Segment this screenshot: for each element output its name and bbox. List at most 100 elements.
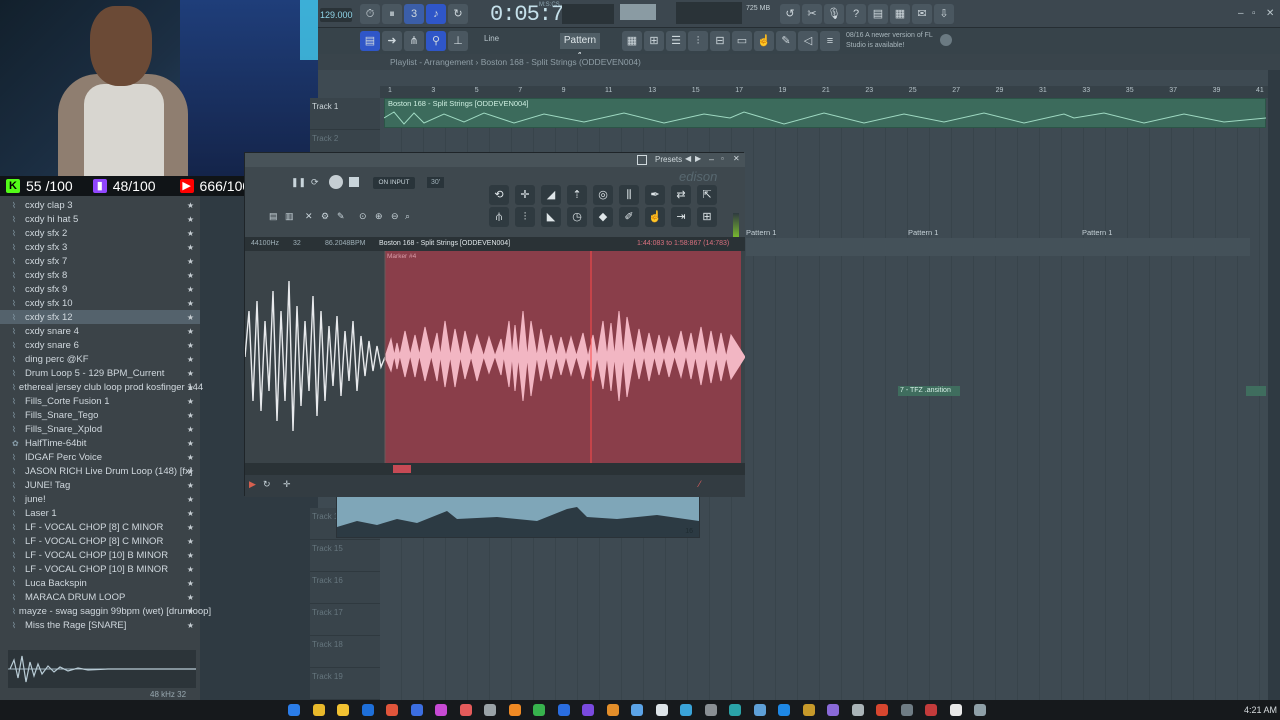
taskbar-app-icon[interactable] — [386, 704, 398, 716]
taskbar-app-icon[interactable] — [778, 704, 790, 716]
playlist-icon[interactable]: ▤ — [360, 31, 380, 51]
magnet-icon[interactable]: ⋔ — [404, 31, 424, 51]
browser-item[interactable]: ⌇ LF - VOCAL CHOP [10] B MINOR ★ — [0, 562, 200, 576]
taskbar-app-icon[interactable] — [729, 704, 741, 716]
clock-icon[interactable]: ◷ — [567, 207, 587, 227]
audio-clip-preview[interactable]: 16 — [336, 496, 700, 538]
pattern-clip[interactable]: Pattern 1 — [908, 228, 938, 238]
favorite-star-icon[interactable]: ★ — [187, 481, 194, 490]
browser-item[interactable]: ⌇ mayze - swag saggin 99bpm (wet) [drumlo… — [0, 604, 211, 618]
browser-item[interactable]: ⌇ cxdy sfx 12 ★ — [0, 310, 200, 324]
favorite-star-icon[interactable]: ★ — [187, 369, 194, 378]
pattern-clip[interactable]: Pattern 1 — [1082, 228, 1112, 238]
favorite-star-icon[interactable]: ★ — [187, 299, 194, 308]
taskbar-app-icon[interactable] — [410, 704, 423, 716]
taskbar-app-icon[interactable] — [900, 704, 913, 716]
minimize-icon[interactable]: – — [709, 154, 714, 164]
taskbar-app-icon[interactable] — [361, 704, 374, 716]
browser-item[interactable]: ⌇ Drum Loop 5 - 129 BPM_Current ★ — [0, 366, 200, 380]
taskbar-app-icon[interactable] — [484, 704, 496, 716]
favorite-star-icon[interactable]: ★ — [187, 579, 194, 588]
update-notice[interactable]: 08/16 A newer version of FL Studio is av… — [846, 31, 938, 51]
plugin-icon[interactable]: ▦ — [890, 4, 910, 24]
zoom-fit-icon[interactable]: ⊙ — [359, 211, 367, 222]
touch-icon[interactable]: ☝ — [754, 31, 774, 51]
cut-icon[interactable]: ✂ — [802, 4, 822, 24]
favorite-star-icon[interactable]: ★ — [187, 285, 194, 294]
favorite-star-icon[interactable]: ★ — [187, 509, 194, 518]
brush-icon[interactable]: ✎ — [776, 31, 796, 51]
favorite-star-icon[interactable]: ★ — [187, 565, 194, 574]
browser-item[interactable]: ⌇ Fills_Snare_Xplod ★ — [0, 422, 200, 436]
browser-item[interactable]: ⌇ IDGAF Perc Voice ★ — [0, 450, 200, 464]
tempo-display[interactable]: 129.000 — [320, 8, 353, 22]
browser-item[interactable]: ⌇ cxdy snare 4 ★ — [0, 324, 200, 338]
favorite-star-icon[interactable]: ★ — [187, 453, 194, 462]
browser-item[interactable]: ⌇ cxdy sfx 9 ★ — [0, 282, 200, 296]
favorite-star-icon[interactable]: ★ — [187, 425, 194, 434]
browser-item[interactable]: ⌇ cxdy snare 6 ★ — [0, 338, 200, 352]
duration-select[interactable]: 30' — [427, 177, 445, 188]
step-edit-button[interactable]: ♪ — [426, 4, 446, 24]
browser-item[interactable]: ⌇ cxdy sfx 2 ★ — [0, 226, 200, 240]
track-header-15[interactable]: Track 15 — [310, 540, 380, 572]
favorite-star-icon[interactable]: ★ — [187, 439, 194, 448]
fade-icon[interactable]: ◢ — [541, 185, 561, 205]
snap-select[interactable]: Line — [484, 34, 499, 43]
taskbar-app-icon[interactable] — [949, 704, 962, 716]
taskbar-app-icon[interactable] — [753, 704, 766, 716]
stamp-icon[interactable]: ⊥ — [448, 31, 468, 51]
favorite-star-icon[interactable]: ★ — [187, 229, 194, 238]
chat-icon[interactable]: ✉ — [912, 4, 932, 24]
taskbar-app-icon[interactable] — [557, 704, 570, 716]
favorite-star-icon[interactable]: ★ — [187, 383, 194, 392]
paste-icon[interactable]: ▥ — [285, 211, 294, 222]
next-preset-icon[interactable]: ▶ — [695, 154, 701, 163]
browser-item[interactable]: ⌇ cxdy sfx 10 ★ — [0, 296, 200, 310]
browser-item[interactable]: ⌇ JUNE! Tag ★ — [0, 478, 200, 492]
favorite-star-icon[interactable]: ★ — [187, 243, 194, 252]
master-volume[interactable] — [620, 4, 656, 20]
browser-preview-waveform[interactable] — [8, 650, 196, 688]
record-icon[interactable] — [329, 175, 343, 189]
start-icon[interactable] — [288, 704, 300, 716]
grab-icon[interactable]: ☝ — [645, 207, 665, 227]
denoise-icon[interactable]: ◎ — [593, 185, 613, 205]
record-mode-select[interactable]: ON INPUT — [373, 177, 415, 189]
run-icon[interactable]: ⇡ — [567, 185, 587, 205]
browser-item[interactable]: ⌇ june! ★ — [0, 492, 200, 506]
taskbar-app-icon[interactable] — [680, 704, 692, 716]
taskbar-app-icon[interactable] — [802, 704, 815, 716]
track-header-18[interactable]: Track 18 — [310, 636, 380, 668]
browser-item[interactable]: ⌇ cxdy sfx 8 ★ — [0, 268, 200, 282]
timeline-ruler[interactable]: 1 3 5 7 9 11 13 15 17 19 21 23 25 27 29 31 33 35 37 39 41 — [380, 86, 1268, 98]
favorite-star-icon[interactable]: ★ — [187, 593, 194, 602]
window-close-icon[interactable]: ✕ — [1266, 8, 1274, 19]
crosshair-icon[interactable]: ✛ — [515, 185, 535, 205]
reverse-icon[interactable]: ⇄ — [671, 185, 691, 205]
taskbar-app-icon[interactable] — [582, 704, 594, 716]
favorite-star-icon[interactable]: ★ — [187, 607, 194, 616]
taskbar-app-icon[interactable] — [704, 704, 717, 716]
pattern-clip[interactable]: Pattern 1 — [746, 228, 776, 238]
drop-icon[interactable]: ◆ — [593, 207, 613, 227]
pattern-selector[interactable]: Pattern 1 — [560, 33, 600, 62]
trim-icon[interactable]: ✕ — [305, 211, 313, 222]
eq-icon[interactable]: ⫼ — [619, 185, 639, 205]
plugin-picker-icon[interactable]: ⊟ — [710, 31, 730, 51]
favorite-star-icon[interactable]: ★ — [187, 341, 194, 350]
browser-item[interactable]: ⌇ LF - VOCAL CHOP [8] C MINOR ★ — [0, 534, 200, 548]
browser-item[interactable]: ⌇ Luca Backspin ★ — [0, 576, 200, 590]
browser-item[interactable]: ⌇ Miss the Rage [SNARE] ★ — [0, 618, 200, 632]
transition-clip[interactable]: 7 - TFZ .ansition — [898, 386, 960, 396]
browser-item[interactable]: ✿ HalfTime-64bit ★ — [0, 436, 200, 450]
browser-item[interactable]: ⌇ cxdy sfx 7 ★ — [0, 254, 200, 268]
taskbar-app-icon[interactable] — [508, 704, 521, 716]
favorite-star-icon[interactable]: ★ — [187, 327, 194, 336]
zoom-icon[interactable]: ⊕ — [375, 211, 383, 222]
browser-item[interactable]: ⌇ LF - VOCAL CHOP [8] C MINOR ★ — [0, 520, 200, 534]
mixer-icon[interactable]: ⫶ — [688, 31, 708, 51]
favorite-star-icon[interactable]: ★ — [187, 271, 194, 280]
download-icon[interactable]: ⇩ — [934, 4, 954, 24]
export-icon[interactable]: ⇥ — [671, 207, 691, 227]
